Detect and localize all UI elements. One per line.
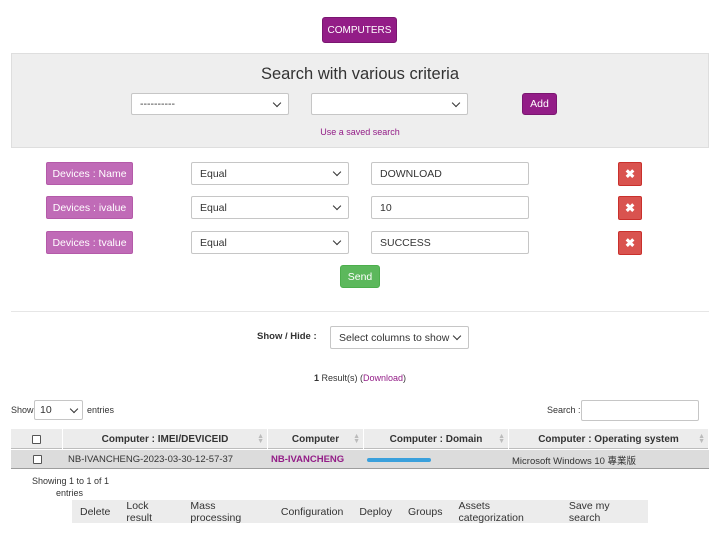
criteria-field-select[interactable]: ---------- <box>131 93 289 115</box>
chevron-down-icon <box>332 236 342 246</box>
table-info-line2: entries <box>56 488 84 498</box>
table-header: Computer : IMEI/DEVICEID ▲ ▼ Computer ▲ ▼ … <box>11 429 709 449</box>
operator-select-value: Equal <box>200 236 227 249</box>
computers-button[interactable]: COMPUTERS <box>322 17 397 43</box>
search-label: Search : <box>547 405 581 415</box>
sort-icon: ▲ ▼ <box>257 433 264 445</box>
sort-icon: ▲ ▼ <box>353 433 360 445</box>
table-search-input[interactable] <box>581 400 699 421</box>
groups-button[interactable]: Groups <box>400 506 450 518</box>
lock-result-button[interactable]: Lock result <box>118 500 182 524</box>
cell-domain <box>367 450 507 469</box>
cell-os: Microsoft Windows 10 專業版 <box>512 455 637 467</box>
assets-categorization-button[interactable]: Assets categorization <box>450 500 560 524</box>
column-header-imei[interactable]: Computer : IMEI/DEVICEID ▲ ▼ <box>63 429 268 449</box>
column-header-domain[interactable]: Computer : Domain ▲ ▼ <box>364 429 509 449</box>
length-show-label: Show <box>11 405 34 415</box>
columns-select-value: Select columns to show <box>339 331 450 344</box>
row-select-cell <box>11 450 63 469</box>
sort-icon: ▲ ▼ <box>698 433 705 445</box>
deploy-button[interactable]: Deploy <box>351 506 400 518</box>
criteria-value-input-name[interactable]: DOWNLOAD <box>371 162 529 185</box>
search-title: Search with various criteria <box>260 65 460 83</box>
cell-computer-link[interactable]: NB-IVANCHENG <box>271 450 361 469</box>
criteria-value-input-ivalue[interactable]: 10 <box>371 196 529 219</box>
column-header-computer[interactable]: Computer ▲ ▼ <box>268 429 364 449</box>
divider <box>11 311 709 312</box>
row-checkbox[interactable] <box>32 455 42 464</box>
chevron-down-icon <box>451 98 461 107</box>
length-entries-label: entries <box>87 405 115 415</box>
column-header-label: Computer : Operating system <box>538 433 679 445</box>
operator-select-tvalue[interactable]: Equal <box>191 231 349 254</box>
operator-select-name[interactable]: Equal <box>191 162 349 185</box>
close-icon: ✖ <box>624 167 636 181</box>
saved-search-link[interactable]: Use a saved search <box>11 127 709 137</box>
column-header-os[interactable]: Computer : Operating system ▲ ▼ <box>509 429 709 449</box>
action-bar: Delete Lock result Mass processing Confi… <box>72 500 648 524</box>
criteria-tag-name: Devices : Name <box>46 162 133 185</box>
results-count: 1 Result(s) (Download) <box>0 373 720 383</box>
criteria-tag-tvalue: Devices : tvalue <box>46 231 133 254</box>
column-header-label: Computer <box>291 433 340 445</box>
column-header-label: Computer : Domain <box>389 433 483 445</box>
save-my-search-button[interactable]: Save my search <box>561 500 648 524</box>
remove-criteria-button[interactable]: ✖ <box>618 196 642 220</box>
redaction-mark <box>367 457 431 462</box>
results-text: Result(s) ( <box>318 373 363 383</box>
download-link[interactable]: Download <box>363 373 403 383</box>
table-info-line1: Showing 1 to 1 of 1 <box>32 476 110 486</box>
results-close: ) <box>403 373 407 383</box>
operator-select-value: Equal <box>200 167 227 180</box>
chevron-down-icon <box>272 98 282 107</box>
select-all-checkbox[interactable] <box>32 434 41 444</box>
select-all-cell <box>11 429 63 449</box>
chevron-down-icon <box>332 167 342 177</box>
show-hide-label: Show / Hide : <box>257 331 317 342</box>
chevron-down-icon <box>452 331 462 341</box>
chevron-down-icon <box>332 201 342 211</box>
operator-select-value: Equal <box>200 201 227 214</box>
add-criteria-button[interactable]: Add <box>522 93 557 115</box>
criteria-tag-ivalue: Devices : ivalue <box>46 196 133 219</box>
delete-button[interactable]: Delete <box>72 506 118 518</box>
send-button[interactable]: Send <box>340 265 380 288</box>
columns-select[interactable]: Select columns to show <box>330 326 469 349</box>
close-icon: ✖ <box>624 236 636 250</box>
page-length-value: 10 <box>40 404 52 416</box>
cell-imei: NB-IVANCHENG-2023-03-30-12-57-37 <box>68 454 234 465</box>
chevron-down-icon <box>69 404 79 413</box>
page-length-select[interactable]: 10 <box>34 400 83 420</box>
column-header-label: Computer : IMEI/DEVICEID <box>101 433 229 445</box>
sort-icon: ▲ ▼ <box>498 433 505 445</box>
table-row[interactable]: NB-IVANCHENG-2023-03-30-12-57-37 NB-IVAN… <box>11 450 709 469</box>
criteria-field-select-value: ---------- <box>140 98 175 110</box>
configuration-button[interactable]: Configuration <box>273 506 351 518</box>
criteria-value-input-tvalue[interactable]: SUCCESS <box>371 231 529 254</box>
operator-select-ivalue[interactable]: Equal <box>191 196 349 219</box>
close-icon: ✖ <box>624 201 636 215</box>
criteria-value-select[interactable] <box>311 93 468 115</box>
mass-processing-button[interactable]: Mass processing <box>182 500 272 524</box>
remove-criteria-button[interactable]: ✖ <box>618 231 642 255</box>
remove-criteria-button[interactable]: ✖ <box>618 162 642 186</box>
